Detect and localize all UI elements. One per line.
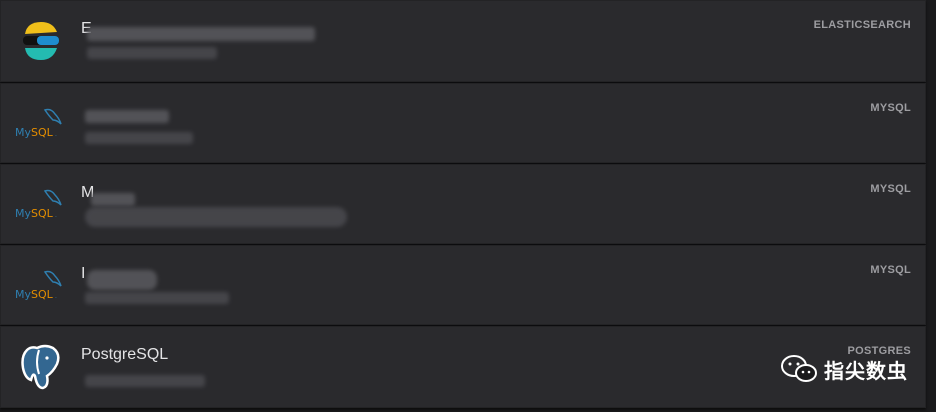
- watermark-text: 指尖数虫: [824, 360, 908, 383]
- connection-row-mysql-1[interactable]: My SQL . MYSQL: [0, 83, 926, 163]
- svg-text:SQL: SQL: [31, 288, 54, 301]
- redacted-subtitle: [87, 47, 217, 59]
- connection-list: E ELASTICSEARCH My SQL . MYSQL My SQL .: [0, 0, 936, 412]
- mysql-logo-icon: My SQL .: [15, 262, 67, 308]
- connection-type: MYSQL: [870, 102, 911, 114]
- connection-type: MYSQL: [870, 264, 911, 276]
- redacted-subtitle: [85, 292, 229, 304]
- redacted-title: [91, 193, 135, 206]
- redacted-subtitle: [85, 132, 193, 144]
- watermark: 指尖数虫: [780, 354, 908, 384]
- connection-type: ELASTICSEARCH: [813, 19, 911, 31]
- redacted-subtitle: [85, 207, 347, 227]
- connection-type: MYSQL: [870, 183, 911, 195]
- connection-row-elasticsearch[interactable]: E ELASTICSEARCH: [0, 0, 926, 82]
- mysql-logo-icon: My SQL .: [15, 181, 67, 227]
- connection-row-mysql-2[interactable]: My SQL . M MYSQL: [0, 164, 926, 244]
- svg-text:.: .: [55, 131, 57, 138]
- mysql-logo-icon: My SQL .: [15, 100, 67, 146]
- connection-title: I: [81, 265, 86, 282]
- svg-text:SQL: SQL: [31, 207, 54, 220]
- wechat-icon: [781, 355, 817, 382]
- svg-text:.: .: [55, 212, 57, 219]
- redacted-subtitle: [85, 375, 205, 387]
- redacted-title: [85, 110, 169, 123]
- elasticsearch-logo-icon: [15, 18, 67, 64]
- redacted-title: [87, 270, 157, 290]
- svg-text:My: My: [15, 126, 31, 139]
- svg-text:My: My: [15, 207, 31, 220]
- connection-row-mysql-3[interactable]: My SQL . I MYSQL: [0, 245, 926, 325]
- connection-title: PostgreSQL: [81, 346, 169, 363]
- redacted-title: [87, 27, 315, 41]
- svg-text:SQL: SQL: [31, 126, 54, 139]
- svg-text:My: My: [15, 288, 31, 301]
- postgres-logo-icon: [15, 344, 67, 390]
- svg-text:.: .: [55, 293, 57, 300]
